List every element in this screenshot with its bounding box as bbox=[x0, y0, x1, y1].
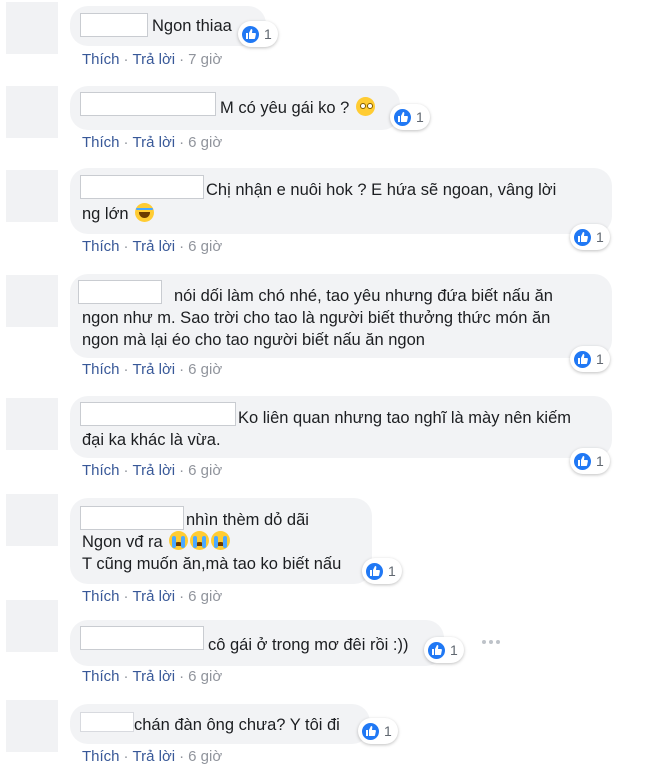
avatar[interactable] bbox=[6, 600, 58, 652]
comment-text: Ngon vđ ra bbox=[82, 531, 231, 553]
comment-text: cô gái ở trong mơ đêi rồi :)) bbox=[208, 636, 409, 654]
reaction-count[interactable]: 1 bbox=[570, 224, 610, 250]
comment-actions: Thích · Trả lời · 6 giờ bbox=[82, 588, 223, 605]
comment-bubble: chán đàn ông chưa? Y tôi đi bbox=[70, 704, 370, 744]
comment-text: ngon như m. Sao trời cho tao là người bi… bbox=[82, 309, 551, 327]
reply-link[interactable]: Trả lời bbox=[133, 134, 176, 151]
comment-text: đại ka khác là vừa. bbox=[82, 431, 221, 449]
like-thumbs-up-icon bbox=[426, 639, 447, 661]
reply-link[interactable]: Trả lời bbox=[133, 668, 176, 685]
comment-text: Ngon thiaa bbox=[152, 17, 232, 35]
comment-actions: Thích · Trả lời · 6 giờ bbox=[82, 134, 223, 151]
timestamp[interactable]: 6 giờ bbox=[188, 238, 222, 255]
more-options-icon[interactable] bbox=[482, 636, 500, 648]
redacted-username[interactable] bbox=[80, 175, 204, 199]
comment-text: ngon mà lại éo cho tao người biết nấu ăn… bbox=[82, 331, 425, 349]
loudly-crying-face-icon bbox=[169, 531, 189, 550]
comment-text: nhìn thèm dỏ dãi bbox=[186, 511, 309, 529]
avatar[interactable] bbox=[6, 494, 58, 546]
loudly-crying-face-icon bbox=[211, 531, 231, 550]
face-with-tears-of-joy-icon bbox=[135, 203, 155, 222]
redacted-username[interactable] bbox=[80, 506, 184, 530]
like-link[interactable]: Thích bbox=[82, 361, 120, 378]
reply-link[interactable]: Trả lời bbox=[133, 51, 176, 68]
comment-bubble: Ngon thiaa bbox=[70, 6, 266, 46]
comment-actions: Thích · Trả lời · 7 giờ bbox=[82, 51, 223, 68]
like-thumbs-up-icon bbox=[572, 226, 593, 248]
comment-text: chán đàn ông chưa? Y tôi đi bbox=[134, 716, 340, 734]
like-thumbs-up-icon bbox=[392, 106, 413, 128]
comment-actions: Thích · Trả lời · 6 giờ bbox=[82, 361, 223, 378]
redacted-username[interactable] bbox=[80, 13, 148, 37]
like-link[interactable]: Thích bbox=[82, 238, 120, 255]
timestamp[interactable]: 6 giờ bbox=[188, 588, 222, 605]
like-link[interactable]: Thích bbox=[82, 51, 120, 68]
redacted-username[interactable] bbox=[80, 626, 204, 650]
comment-text: Ko liên quan nhưng tao nghĩ là mày nên k… bbox=[238, 409, 572, 427]
reply-link[interactable]: Trả lời bbox=[133, 748, 176, 765]
reaction-count[interactable]: 1 bbox=[570, 448, 610, 474]
avatar[interactable] bbox=[6, 275, 58, 327]
redacted-username[interactable] bbox=[80, 712, 134, 732]
comment-bubble: nói dối làm chó nhé, tao yêu nhưng đứa b… bbox=[70, 274, 612, 358]
comment-text: M có yêu gái ko ? bbox=[220, 97, 375, 119]
comment-text: T cũng muốn ăn,mà tao ko biết nấu bbox=[82, 555, 342, 573]
like-link[interactable]: Thích bbox=[82, 748, 120, 765]
like-thumbs-up-icon bbox=[364, 560, 385, 582]
comment-text: nói dối làm chó nhé, tao yêu nhưng đứa b… bbox=[174, 287, 553, 305]
comment-bubble: M có yêu gái ko ? bbox=[70, 86, 400, 130]
comment-text: ng lớn bbox=[82, 203, 155, 225]
loudly-crying-face-icon bbox=[190, 531, 210, 550]
avatar[interactable] bbox=[6, 86, 58, 138]
like-link[interactable]: Thích bbox=[82, 462, 120, 479]
redacted-username[interactable] bbox=[78, 280, 162, 304]
comment-bubble: nhìn thèm dỏ dãi Ngon vđ ra T cũng muốn … bbox=[70, 498, 372, 584]
reaction-count[interactable]: 1 bbox=[358, 718, 398, 744]
like-link[interactable]: Thích bbox=[82, 588, 120, 605]
like-thumbs-up-icon bbox=[572, 450, 593, 472]
comment-actions: Thích · Trả lời · 6 giờ bbox=[82, 668, 223, 685]
redacted-username[interactable] bbox=[80, 92, 216, 116]
reaction-count[interactable]: 1 bbox=[362, 558, 402, 584]
comment-actions: Thích · Trả lời · 6 giờ bbox=[82, 462, 223, 479]
comment-bubble: Ko liên quan nhưng tao nghĩ là mày nên k… bbox=[70, 396, 612, 458]
timestamp[interactable]: 6 giờ bbox=[188, 462, 222, 479]
avatar[interactable] bbox=[6, 170, 58, 222]
timestamp[interactable]: 6 giờ bbox=[188, 748, 222, 765]
like-thumbs-up-icon bbox=[572, 348, 593, 370]
timestamp[interactable]: 6 giờ bbox=[188, 668, 222, 685]
comment-text: Chị nhận e nuôi hok ? E hứa sẽ ngoan, vâ… bbox=[206, 181, 557, 199]
timestamp[interactable]: 7 giờ bbox=[188, 51, 222, 68]
like-link[interactable]: Thích bbox=[82, 668, 120, 685]
avatar[interactable] bbox=[6, 398, 58, 450]
timestamp[interactable]: 6 giờ bbox=[188, 361, 222, 378]
like-link[interactable]: Thích bbox=[82, 134, 120, 151]
like-thumbs-up-icon bbox=[360, 720, 381, 742]
reaction-count[interactable]: 1 bbox=[570, 346, 610, 372]
reaction-count[interactable]: 1 bbox=[238, 21, 278, 47]
reply-link[interactable]: Trả lời bbox=[133, 462, 176, 479]
avatar[interactable] bbox=[6, 700, 58, 752]
like-thumbs-up-icon bbox=[240, 23, 261, 45]
comment-actions: Thích · Trả lời · 6 giờ bbox=[82, 748, 223, 765]
reply-link[interactable]: Trả lời bbox=[133, 588, 176, 605]
reaction-count[interactable]: 1 bbox=[390, 104, 430, 130]
comment-bubble: cô gái ở trong mơ đêi rồi :)) bbox=[70, 620, 444, 666]
timestamp[interactable]: 6 giờ bbox=[188, 134, 222, 151]
reply-link[interactable]: Trả lời bbox=[133, 238, 176, 255]
comment-bubble: Chị nhận e nuôi hok ? E hứa sẽ ngoan, vâ… bbox=[70, 168, 612, 234]
redacted-username[interactable] bbox=[80, 402, 236, 426]
reply-link[interactable]: Trả lời bbox=[133, 361, 176, 378]
reaction-count[interactable]: 1 bbox=[424, 637, 464, 663]
comment-actions: Thích · Trả lời · 6 giờ bbox=[82, 238, 223, 255]
face-with-rolling-eyes-icon bbox=[355, 97, 375, 116]
avatar[interactable] bbox=[6, 2, 58, 54]
